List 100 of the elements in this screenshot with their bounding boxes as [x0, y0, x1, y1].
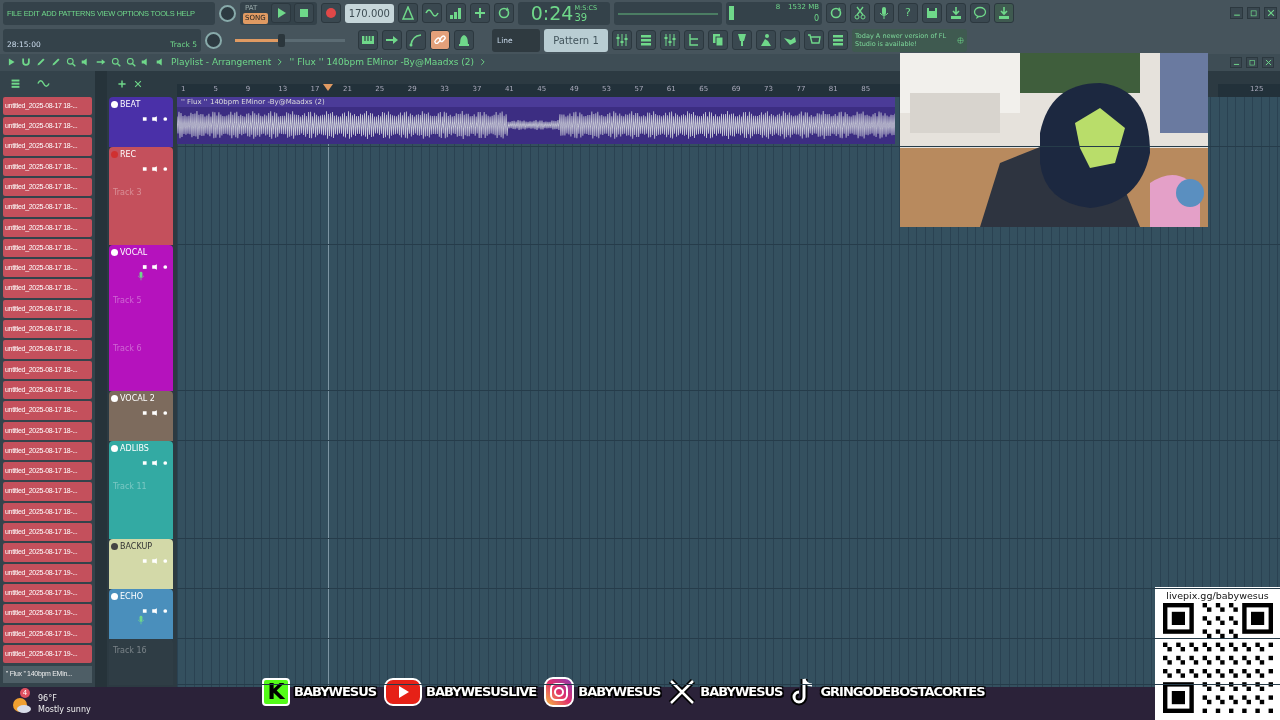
track-header[interactable]: ECHO — [109, 588, 173, 639]
wave-button[interactable] — [422, 3, 442, 24]
track-icon[interactable] — [111, 249, 118, 257]
save-icon — [925, 6, 939, 21]
download-button[interactable] — [946, 3, 966, 24]
steps-icon — [449, 6, 463, 21]
track-controls-icon[interactable] — [141, 164, 169, 173]
minimize-button[interactable] — [1230, 7, 1243, 20]
bell-icon — [457, 33, 471, 48]
time-display: 0:24 — [530, 1, 574, 27]
restore-icon — [1247, 57, 1257, 67]
social-handle: BABYWESUS — [700, 683, 783, 702]
download-button[interactable] — [994, 3, 1014, 24]
record-button[interactable] — [320, 3, 341, 24]
camera-logo — [544, 677, 575, 707]
steps-button[interactable] — [446, 3, 466, 24]
list-button[interactable] — [828, 30, 848, 51]
restore-button[interactable] — [1247, 7, 1260, 20]
microphone-icon — [877, 6, 891, 21]
piano-button[interactable] — [358, 30, 378, 51]
main-pitch-knob[interactable] — [219, 4, 236, 22]
plug-button[interactable] — [732, 30, 752, 51]
bell-button[interactable] — [454, 30, 474, 51]
help-button[interactable]: ? — [898, 3, 918, 24]
track-name[interactable]: ADLIBS — [120, 442, 149, 455]
mixer-icon — [615, 33, 629, 48]
mixer-button[interactable] — [660, 30, 680, 51]
track-controls-icon[interactable] — [141, 408, 169, 417]
magnet-icon — [21, 57, 31, 68]
zoom-icon — [66, 57, 76, 68]
track-name[interactable]: VOCAL 2 — [120, 392, 155, 405]
tempo-display[interactable]: 170.000 — [344, 3, 394, 23]
minimize-button[interactable] — [1230, 56, 1242, 68]
arrow-button[interactable] — [382, 30, 402, 51]
globe-icon — [957, 34, 964, 46]
track-icon[interactable] — [111, 593, 118, 601]
close-icon — [1263, 57, 1273, 67]
main-volume-knob[interactable] — [205, 31, 222, 49]
chat-icon — [973, 6, 987, 21]
pattern-selector[interactable]: Pattern 1 — [544, 28, 608, 52]
track-icon[interactable] — [111, 101, 118, 109]
chat-button[interactable] — [970, 3, 990, 24]
stop-button[interactable] — [293, 3, 314, 24]
weather-condition: Mostly sunny — [38, 703, 91, 715]
person-button[interactable] — [756, 30, 776, 51]
microphone-button[interactable] — [874, 3, 894, 24]
list-icon — [831, 33, 845, 48]
volume-slider[interactable] — [232, 33, 348, 47]
metronome-button[interactable] — [398, 3, 418, 24]
loop-button[interactable] — [494, 3, 514, 24]
slider-thumb[interactable] — [278, 33, 286, 47]
track-name[interactable]: ECHO — [120, 590, 143, 603]
loop-button[interactable] — [826, 3, 846, 24]
track-header[interactable]: BEAT — [109, 96, 173, 147]
plus-button[interactable] — [470, 3, 490, 24]
pencil-icon — [51, 57, 61, 68]
track-header[interactable]: BACKUP — [109, 538, 173, 589]
play-button[interactable] — [270, 3, 291, 24]
chevron-icon — [276, 58, 285, 67]
track-name[interactable]: BACKUP — [120, 540, 153, 553]
track-icon[interactable] — [111, 445, 118, 453]
hand-button[interactable] — [780, 30, 800, 51]
play-icon — [6, 57, 16, 68]
close-icon — [1265, 8, 1276, 19]
track-name[interactable]: REC — [120, 148, 137, 161]
cart-button[interactable] — [804, 30, 824, 51]
track-name[interactable]: VOCAL — [120, 246, 148, 259]
track-controls-icon[interactable] — [141, 458, 169, 467]
person-icon — [759, 33, 773, 48]
scissors-button[interactable] — [850, 3, 870, 24]
list-button[interactable] — [636, 30, 656, 51]
playhead-marker[interactable] — [323, 83, 333, 91]
time-fraction: 39 — [574, 13, 589, 24]
track-name[interactable]: BEAT — [120, 98, 141, 111]
track-header[interactable]: ADLIBS Track 11 — [109, 440, 173, 539]
track-icon[interactable] — [111, 395, 118, 403]
temperature: 96°F — [38, 692, 58, 704]
tree-icon — [687, 33, 701, 48]
track-controls-icon[interactable] — [141, 114, 169, 123]
track-controls-icon[interactable] — [141, 262, 169, 271]
link-button[interactable] — [430, 30, 450, 51]
mixer-button[interactable] — [612, 30, 632, 51]
close-button[interactable] — [1264, 7, 1277, 20]
tree-button[interactable] — [684, 30, 704, 51]
track-controls-icon[interactable] — [141, 556, 169, 565]
scrollbar[interactable] — [95, 70, 107, 688]
youtube-logo — [384, 678, 423, 706]
window-title: Playlist - Arrangement — [171, 55, 272, 69]
track-controls-icon[interactable] — [141, 606, 169, 615]
save-button[interactable] — [922, 3, 942, 24]
close-button[interactable] — [1262, 56, 1274, 68]
track-header[interactable]: VOCAL Track 5 Track 6 — [109, 244, 173, 391]
restore-button[interactable] — [1246, 56, 1258, 68]
loop-icon — [497, 6, 511, 21]
copy-button[interactable] — [708, 30, 728, 51]
track-icon[interactable] — [111, 543, 118, 551]
curve-icon — [409, 33, 423, 48]
track-header[interactable]: VOCAL 2 — [109, 390, 173, 441]
curve-button[interactable] — [406, 30, 426, 51]
polyphony-count: 0 — [813, 12, 819, 25]
